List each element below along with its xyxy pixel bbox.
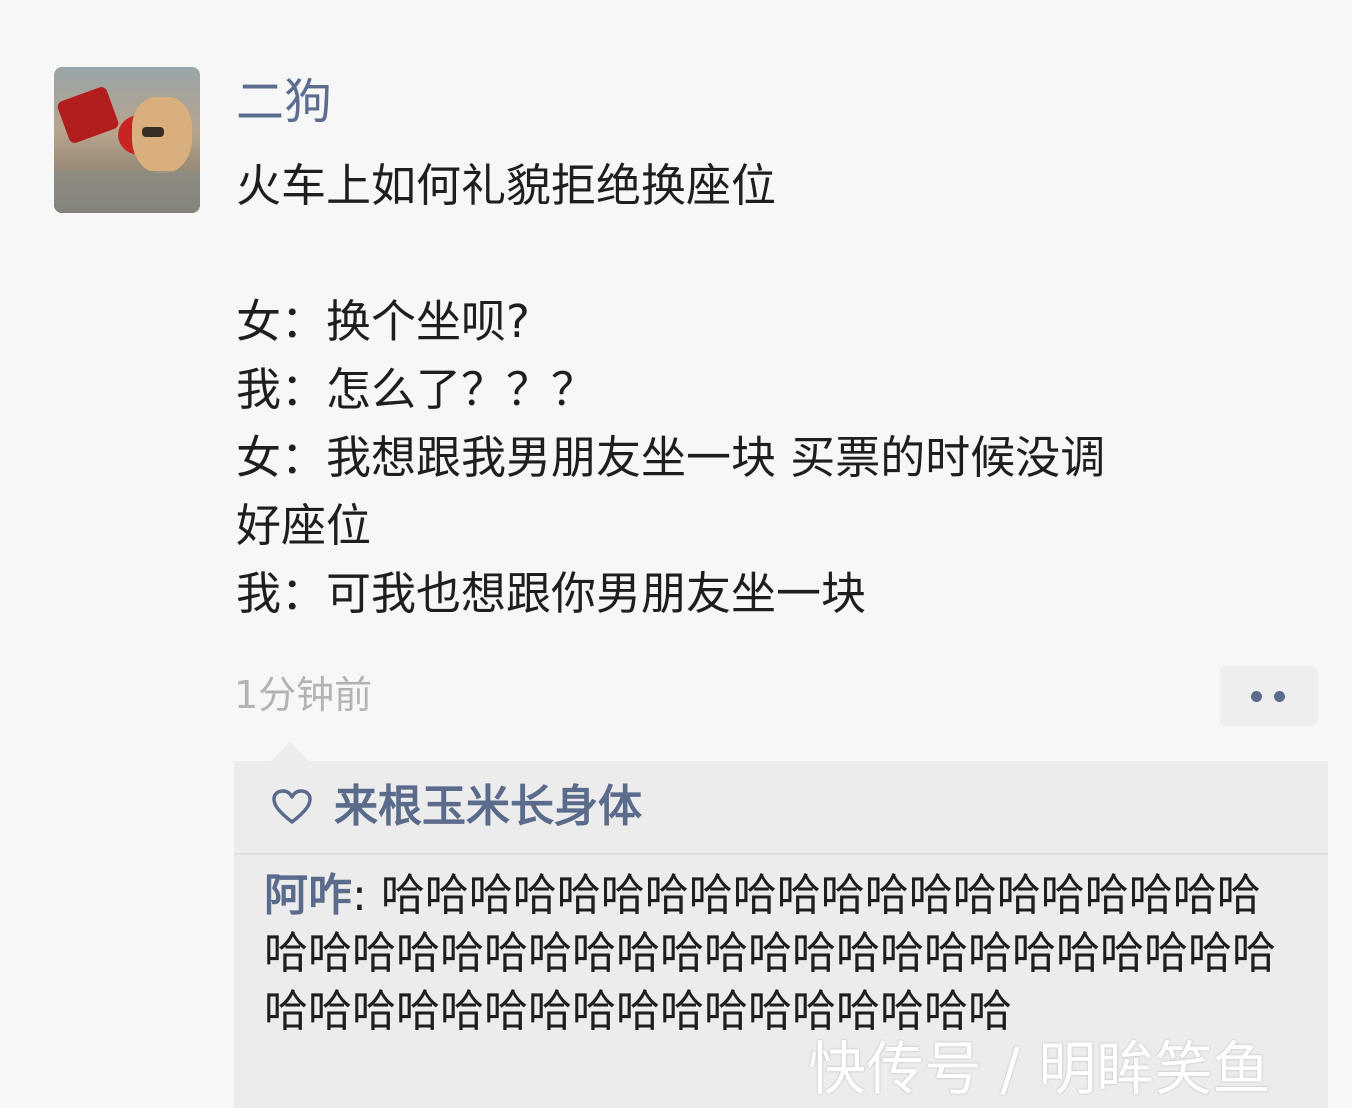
likes-row: 来根玉米长身体 — [234, 761, 1328, 855]
post-line: 女：换个坐呗? — [236, 295, 530, 348]
post-timestamp: 1分钟前 — [234, 673, 373, 717]
post-content: 火车上如何礼貌拒绝换座位 女：换个坐呗? 我：怎么了？？？ 女：我想跟我男朋友坐… — [236, 152, 1316, 628]
more-dots-icon — [1251, 691, 1262, 702]
post-line-title: 火车上如何礼貌拒绝换座位 — [236, 159, 777, 212]
watermark: 快传号 / 明眸笑鱼 — [808, 1035, 1271, 1103]
comment-item[interactable]: 阿咋: 哈哈哈哈哈哈哈哈哈哈哈哈哈哈哈哈哈哈哈哈哈哈哈哈哈哈哈哈哈哈哈哈哈哈哈哈… — [264, 867, 1304, 1041]
user-avatar[interactable] — [54, 67, 200, 213]
post-line: 女：我想跟我男朋友坐一块 买票的时候没调 — [236, 431, 1106, 484]
heart-outline-icon — [272, 789, 312, 824]
post-username[interactable]: 二狗 — [236, 72, 332, 132]
post-line: 我：怎么了？？？ — [236, 363, 597, 416]
post-line: 好座位 — [236, 499, 372, 552]
likes-user-name[interactable]: 来根玉米长身体 — [334, 779, 642, 835]
more-dots-icon — [1274, 691, 1285, 702]
comment-separator: : — [352, 870, 381, 921]
comment-text: 哈哈哈哈哈哈哈哈哈哈哈哈哈哈哈哈哈哈哈哈哈哈哈哈哈哈哈哈哈哈哈哈哈哈哈哈哈哈哈哈… — [264, 870, 1276, 1037]
comment-author[interactable]: 阿咋 — [264, 870, 352, 921]
post-line: 我：可我也想跟你男朋友坐一块 — [236, 567, 867, 620]
comment-box-pointer — [270, 742, 310, 762]
more-options-button[interactable] — [1220, 666, 1318, 726]
